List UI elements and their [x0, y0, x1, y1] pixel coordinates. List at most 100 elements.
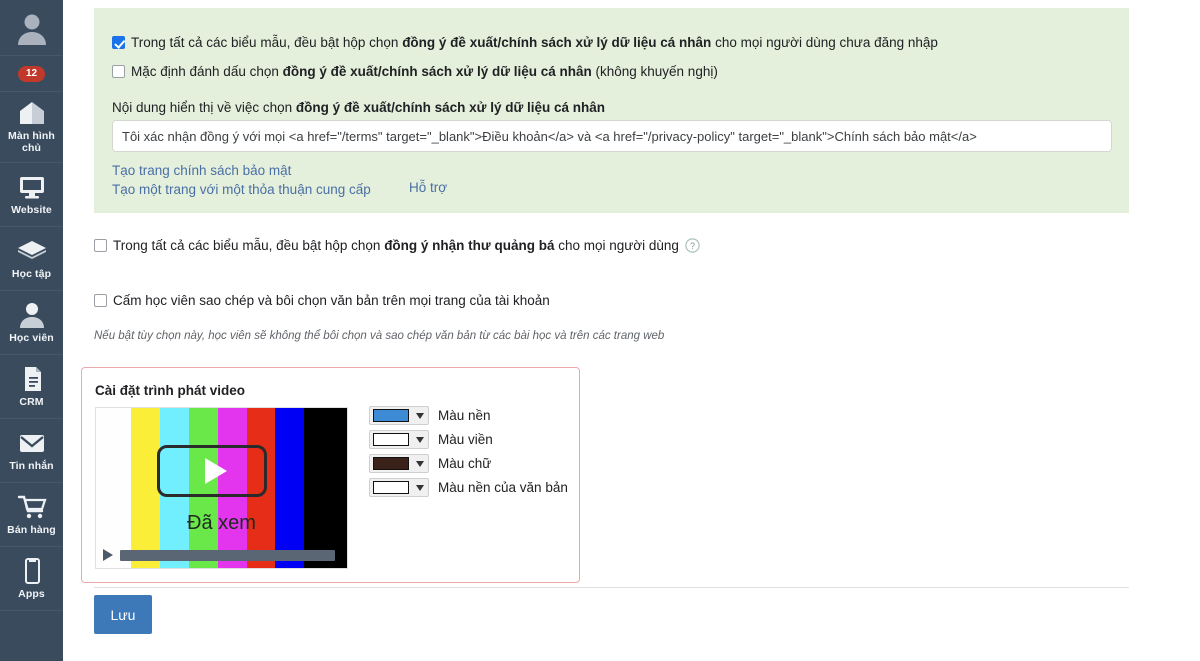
color-chip: [373, 409, 409, 422]
save-button[interactable]: Lưu: [94, 595, 152, 634]
sidebar-item-label: Tin nhắn: [9, 459, 54, 472]
consent-default-label: Mặc định đánh dấu chọn đồng ý đề xuất/ch…: [131, 63, 718, 80]
swatch-row-border: Màu viền: [369, 430, 568, 449]
promo-consent-checkbox[interactable]: [94, 239, 107, 252]
consent-default-checkbox[interactable]: [112, 65, 125, 78]
progress-bar[interactable]: [120, 549, 335, 561]
video-player-settings-panel: Cài đặt trình phát video Đã xem Màu nền …: [81, 367, 580, 583]
graduation-cap-icon: [17, 240, 46, 259]
color-chip: [373, 457, 409, 470]
swatch-row-text-background: Màu nền của văn bản: [369, 478, 568, 497]
color-bar: [304, 408, 347, 568]
sidebar-item-label: Học tập: [11, 267, 52, 280]
video-panel-title: Cài đặt trình phát video: [95, 383, 246, 398]
sidebar-item-label: Apps: [18, 587, 45, 600]
sidebar-item-messages[interactable]: Tin nhắn: [0, 419, 63, 483]
sidebar: 12 Màn hình chủ Website Học tập Học viên…: [0, 0, 63, 661]
color-picker-text-background[interactable]: [369, 478, 429, 497]
user-avatar-icon: [17, 14, 46, 45]
document-icon: [24, 366, 41, 391]
chevron-down-icon: [416, 412, 424, 419]
consent-content-input[interactable]: [112, 120, 1112, 152]
text-after: (không khuyến nghị): [591, 64, 718, 79]
block-copy-label: Cấm học viên sao chép và bôi chọn văn bả…: [113, 293, 550, 308]
text-before: Mặc định đánh dấu chọn: [131, 64, 283, 79]
text-bold: đồng ý nhận thư quảng bá: [384, 238, 555, 253]
swatch-label: Màu nền của văn bản: [438, 480, 568, 495]
text-bold: đồng ý đề xuất/chính sách xử lý dữ liệu …: [402, 35, 712, 50]
avatar[interactable]: [0, 0, 63, 56]
sidebar-item-label: Website: [11, 203, 52, 216]
sidebar-item-label: Bán hàng: [7, 523, 56, 536]
color-chip: [373, 433, 409, 446]
color-picker-border[interactable]: [369, 430, 429, 449]
promo-consent-label: Trong tất cả các biểu mẫu, đều bật hộp c…: [113, 237, 679, 254]
play-small-icon[interactable]: [103, 549, 113, 561]
watched-label: Đã xem: [187, 512, 256, 534]
shopping-cart-icon: [17, 495, 47, 518]
monitor-icon: [19, 176, 44, 198]
text-before: Nội dung hiển thị về việc chọn: [112, 100, 296, 115]
sidebar-item-website[interactable]: Website: [0, 163, 63, 227]
swatch-label: Màu nền: [438, 408, 491, 423]
sidebar-item-label: Học viên: [9, 331, 54, 344]
sidebar-item-home[interactable]: Màn hình chủ: [0, 92, 63, 163]
consent-enable-label: Trong tất cả các biểu mẫu, đều bật hộp c…: [131, 34, 938, 51]
sidebar-item-students[interactable]: Học viên: [0, 291, 63, 355]
notification-badge: 12: [17, 65, 46, 82]
consent-enable-row: Trong tất cả các biểu mẫu, đều bật hộp c…: [112, 34, 938, 51]
text-after: cho mọi người dùng: [554, 238, 679, 253]
app-root: 12 Màn hình chủ Website Học tập Học viên…: [0, 0, 1200, 661]
color-bar: [96, 408, 132, 568]
promo-consent-row: Trong tất cả các biểu mẫu, đều bật hộp c…: [94, 237, 700, 256]
play-button-frame[interactable]: [157, 445, 267, 497]
consent-enable-checkbox[interactable]: [112, 36, 125, 49]
video-preview[interactable]: Đã xem: [95, 407, 348, 569]
person-icon: [19, 302, 44, 328]
main-content: Trong tất cả các biểu mẫu, đều bật hộp c…: [63, 0, 1200, 661]
sidebar-item-label: Màn hình chủ: [8, 130, 55, 154]
video-controls: [96, 548, 347, 562]
swatch-row-text: Màu chữ: [369, 454, 568, 473]
chevron-down-icon: [416, 460, 424, 467]
chevron-down-icon: [416, 436, 424, 443]
text-after: cho mọi người dùng chưa đăng nhập: [711, 35, 938, 50]
color-bar: [131, 408, 160, 568]
envelope-icon: [19, 434, 44, 452]
chevron-down-icon: [416, 484, 424, 491]
question-circle-icon[interactable]: ?: [685, 238, 700, 256]
color-picker-background[interactable]: [369, 406, 429, 425]
play-triangle-icon: [205, 458, 227, 484]
text-before: Trong tất cả các biểu mẫu, đều bật hộp c…: [131, 35, 403, 50]
block-copy-row: Cấm học viên sao chép và bôi chọn văn bả…: [94, 292, 550, 309]
create-privacy-page-link[interactable]: Tạo trang chính sách bảo mật: [112, 161, 371, 180]
text-bold: đồng ý đề xuất/chính sách xử lý dữ liệu …: [295, 100, 605, 115]
footer-divider: [94, 587, 1129, 588]
sidebar-item-apps[interactable]: Apps: [0, 547, 63, 611]
swatch-row-background: Màu nền: [369, 406, 568, 425]
create-agreement-page-link[interactable]: Tạo một trang với một thỏa thuận cung cấ…: [112, 180, 371, 199]
sidebar-item-sales[interactable]: Bán hàng: [0, 483, 63, 547]
consent-content-label: Nội dung hiển thị về việc chọn đồng ý đề…: [112, 100, 605, 115]
swatch-label: Màu viền: [438, 432, 493, 447]
color-swatch-list: Màu nền Màu viền Màu chữ Màu nền của văn…: [369, 406, 568, 502]
home-icon: [19, 102, 44, 124]
support-link[interactable]: Hỗ trợ: [409, 180, 447, 195]
color-bar: [275, 408, 305, 568]
text-bold: đồng ý đề xuất/chính sách xử lý dữ liệu …: [282, 64, 592, 79]
block-copy-checkbox[interactable]: [94, 294, 107, 307]
swatch-label: Màu chữ: [438, 456, 492, 471]
consent-links: Tạo trang chính sách bảo mật Tạo một tra…: [112, 161, 371, 199]
color-picker-text[interactable]: [369, 454, 429, 473]
mobile-app-icon: [24, 557, 40, 584]
color-chip: [373, 481, 409, 494]
text-before: Trong tất cả các biểu mẫu, đều bật hộp c…: [113, 238, 385, 253]
sidebar-item-label: CRM: [19, 395, 44, 408]
svg-text:?: ?: [690, 241, 695, 251]
consent-panel: Trong tất cả các biểu mẫu, đều bật hộp c…: [94, 8, 1129, 213]
consent-default-row: Mặc định đánh dấu chọn đồng ý đề xuất/ch…: [112, 63, 718, 80]
sidebar-item-learning[interactable]: Học tập: [0, 227, 63, 291]
sidebar-item-crm[interactable]: CRM: [0, 355, 63, 419]
notification-badge-cell[interactable]: 12: [0, 56, 63, 92]
block-copy-note: Nếu bật tùy chọn này, học viên sẽ không …: [94, 330, 665, 342]
